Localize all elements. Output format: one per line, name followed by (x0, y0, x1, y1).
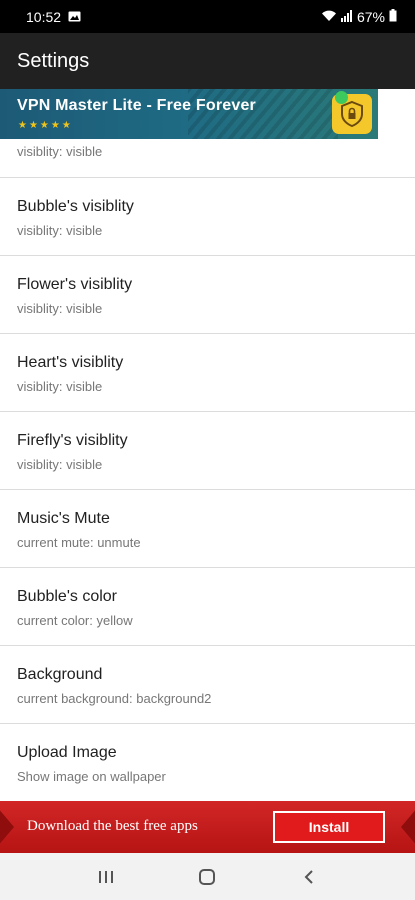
setting-item-bubble-visibility[interactable]: Bubble's visiblity visiblity: visible (0, 178, 415, 256)
status-bar: 10:52 67% (0, 0, 415, 33)
app-bar: Settings (0, 33, 415, 89)
setting-title: Music's Mute (17, 510, 110, 527)
setting-item-background[interactable]: Background current background: backgroun… (0, 646, 415, 724)
setting-item-music-mute[interactable]: Music's Mute current mute: unmute (0, 490, 415, 568)
setting-subtitle: visiblity: visible (17, 457, 103, 472)
setting-subtitle: visiblity: visible (17, 223, 103, 238)
ad-rating-stars: ★★★★★ (18, 120, 73, 131)
page-title: Settings (17, 49, 90, 72)
status-right: 67% (321, 8, 397, 25)
top-ad-banner[interactable]: VPN Master Lite - Free Forever ★★★★★ (0, 89, 378, 139)
setting-title: Upload Image (17, 744, 117, 761)
setting-subtitle: current mute: unmute (17, 535, 141, 550)
image-icon (68, 9, 81, 25)
chevron-left-decoration (0, 801, 14, 853)
setting-subtitle: current color: yellow (17, 613, 133, 628)
setting-subtitle: visiblity: visible (17, 144, 103, 159)
back-icon[interactable] (289, 857, 329, 897)
setting-subtitle: visiblity: visible (17, 379, 103, 394)
setting-title: Firefly's visiblity (17, 432, 128, 449)
ad-badge-icon (335, 91, 348, 104)
status-time: 10:52 (26, 8, 62, 25)
setting-item-flower-visibility[interactable]: Flower's visiblity visiblity: visible (0, 256, 415, 334)
setting-item-firefly-visibility[interactable]: Firefly's visiblity visiblity: visible (0, 412, 415, 490)
setting-title: Flower's visiblity (17, 276, 133, 293)
home-icon[interactable] (187, 857, 227, 897)
signal-icon (340, 9, 353, 25)
setting-item-heart-visibility[interactable]: Heart's visiblity visiblity: visible (0, 334, 415, 412)
ad-title: VPN Master Lite - Free Forever (17, 97, 256, 114)
wifi-icon (321, 9, 337, 25)
chevron-right-decoration (401, 801, 415, 853)
battery-text: 67% (356, 8, 385, 25)
setting-title: Background (17, 666, 103, 683)
setting-subtitle: Show image on wallpaper (17, 769, 166, 784)
setting-item-bubble-color[interactable]: Bubble's color current color: yellow (0, 568, 415, 646)
status-left: 10:52 (26, 9, 81, 25)
setting-subtitle: visiblity: visible (17, 301, 103, 316)
settings-list[interactable]: visiblity: visible Bubble's visiblity vi… (0, 89, 415, 801)
setting-title: Bubble's color (17, 588, 117, 605)
recents-icon[interactable] (86, 857, 126, 897)
setting-title: Bubble's visiblity (17, 198, 134, 215)
ad-bottom-text: Download the best free apps (27, 818, 198, 834)
setting-subtitle: current background: background2 (17, 691, 212, 706)
setting-item-upload-image[interactable]: Upload Image Show image on wallpaper (0, 724, 415, 801)
nav-bar (0, 853, 415, 900)
battery-icon (389, 8, 397, 25)
install-button[interactable]: Install (273, 811, 385, 843)
setting-title: Heart's visiblity (17, 354, 124, 371)
bottom-ad-banner[interactable]: Download the best free apps Install (0, 801, 415, 853)
